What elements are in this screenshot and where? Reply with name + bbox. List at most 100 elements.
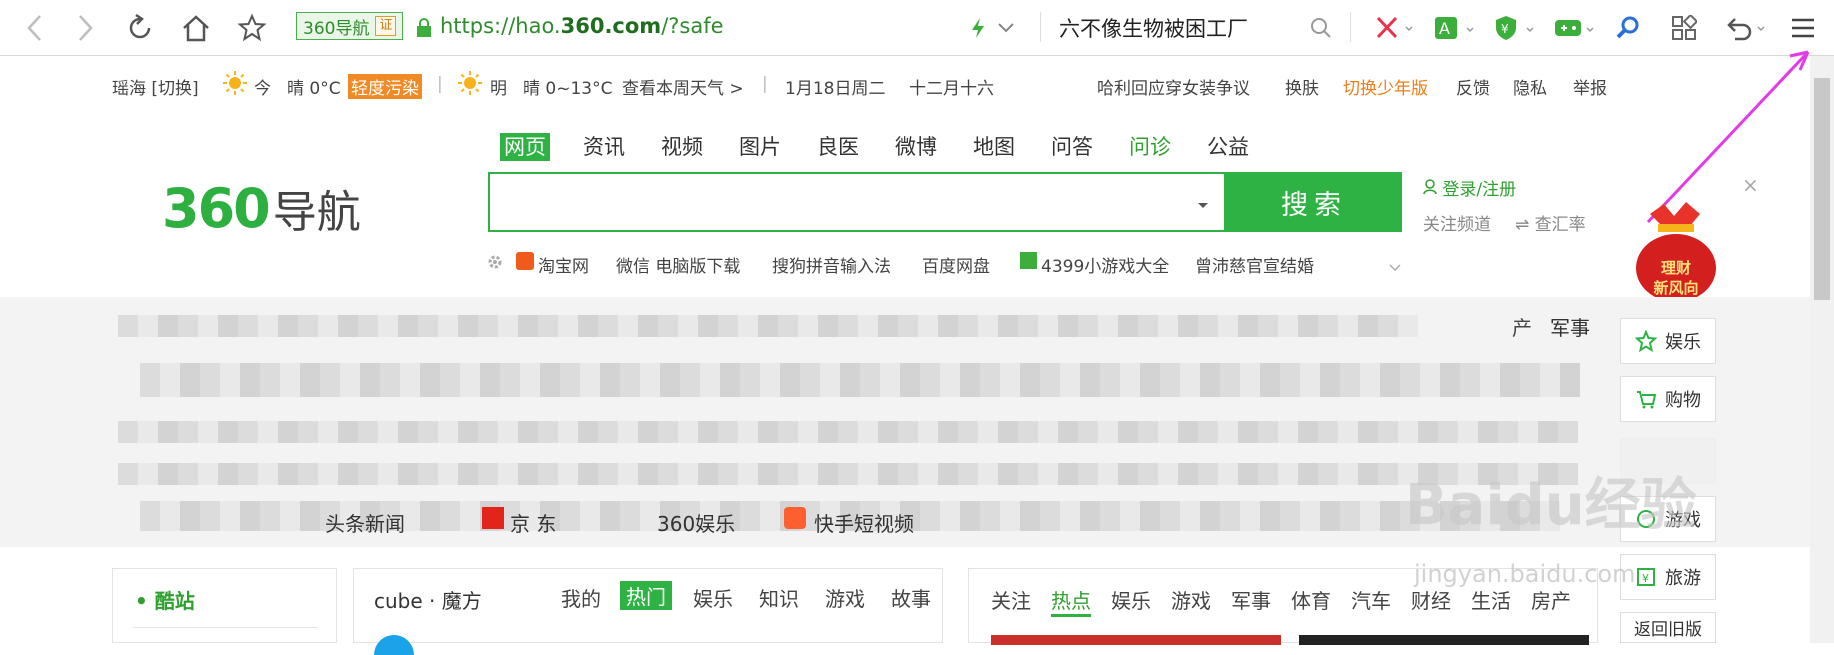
cool-site-title[interactable]: • 酷站 — [135, 585, 195, 614]
forward-icon[interactable] — [68, 0, 102, 55]
news-tab-hot[interactable]: 热点 — [1051, 585, 1091, 617]
week-weather-link[interactable]: 查看本周天气 > — [622, 74, 744, 99]
search-button[interactable]: 搜索 — [1226, 172, 1402, 232]
cube-panel-title: cube · 魔方 — [374, 589, 482, 613]
side-travel-label: 旅游 — [1665, 568, 1701, 589]
svg-text:¥: ¥ — [1501, 22, 1509, 36]
link-360yule[interactable]: 360娱乐 — [657, 508, 735, 537]
certificate-badge: 证 — [375, 16, 397, 36]
blurred-row — [140, 363, 1580, 397]
tab-video[interactable]: 视频 — [657, 133, 707, 161]
city-switch[interactable]: 瑶海 [切换] — [112, 74, 199, 99]
login-link[interactable]: 登录/注册 — [1423, 175, 1516, 200]
news-tab-auto[interactable]: 汽车 — [1351, 585, 1391, 614]
browser-toolbar: 360导航 证 https://hao.360.com/?safe 六不像生物被… — [0, 0, 1834, 56]
star-icon — [1635, 330, 1657, 352]
refresh-icon[interactable] — [122, 0, 158, 55]
news-tab-games[interactable]: 游戏 — [1171, 585, 1211, 614]
browser-search-input[interactable]: 六不像生物被困工厂 — [1059, 13, 1248, 43]
exchange-rate-link[interactable]: ⇌ 查汇率 — [1515, 210, 1586, 235]
tab-map[interactable]: 地图 — [969, 133, 1019, 161]
finance-ad[interactable]: 理财 新风向 — [1630, 200, 1722, 304]
exchange-icon: ⇌ — [1515, 215, 1535, 235]
side-entertainment[interactable]: 娱乐 — [1620, 318, 1716, 364]
side-old-version[interactable]: 返回旧版 — [1620, 612, 1716, 643]
quick-link-taobao[interactable]: 淘宝网 — [538, 252, 589, 277]
teen-mode-link[interactable]: 切换少年版 — [1343, 74, 1428, 99]
close-icon[interactable]: × — [1742, 173, 1759, 197]
lock-icon — [413, 0, 435, 55]
quick-link-news[interactable]: 曾沛慈官宣结婚 — [1195, 252, 1314, 277]
chevron-down-icon[interactable] — [1388, 258, 1402, 277]
scrollbar-thumb[interactable] — [1814, 78, 1830, 300]
site-logo[interactable]: 360 导航 — [162, 176, 361, 240]
lunar-date: 十二月十六 — [909, 79, 994, 99]
cart-icon — [1637, 391, 1657, 409]
cube-tab-knowledge[interactable]: 知识 — [759, 583, 799, 612]
cube-tab-entertainment[interactable]: 娱乐 — [693, 583, 733, 612]
nav-military[interactable]: 军事 — [1550, 312, 1590, 341]
scissors-icon[interactable] — [1372, 0, 1416, 55]
tab-webpage[interactable]: 网页 — [500, 133, 550, 161]
cube-tab-stories[interactable]: 故事 — [891, 583, 931, 612]
news-tab-life[interactable]: 生活 — [1471, 585, 1511, 614]
tab-doctor[interactable]: 良医 — [813, 133, 863, 161]
dropdown-caret-icon[interactable] — [1196, 196, 1210, 215]
avatar[interactable] — [374, 635, 414, 655]
url-prefix: https://hao. — [440, 14, 561, 38]
tab-news[interactable]: 资讯 — [579, 133, 629, 161]
side-shopping[interactable]: 购物 — [1620, 376, 1716, 422]
address-bar[interactable]: https://hao.360.com/?safe — [440, 14, 724, 38]
star-icon[interactable] — [234, 0, 270, 55]
follow-channel-link[interactable]: 关注频道 — [1423, 210, 1491, 235]
tomorrow-weather[interactable]: 晴 0~13°C — [523, 74, 612, 99]
back-icon[interactable] — [18, 0, 52, 55]
cool-site-label: 酷站 — [154, 589, 195, 613]
report-link[interactable]: 举报 — [1573, 74, 1607, 99]
tab-images[interactable]: 图片 — [735, 133, 785, 161]
info-bar: 瑶海 [切换] 今 晴 0°C 轻度污染 | 明 晴 0~13°C 查看本周天气… — [0, 60, 1834, 110]
news-tab-sports[interactable]: 体育 — [1291, 585, 1331, 614]
feedback-link[interactable]: 反馈 — [1456, 74, 1490, 99]
sun-icon — [222, 70, 248, 101]
cube-tab-hot[interactable]: 热门 — [620, 581, 672, 610]
blurred-row — [118, 421, 1578, 443]
quick-link-wechat[interactable]: 微信 电脑版下载 — [616, 252, 740, 277]
news-tab-entertainment[interactable]: 娱乐 — [1111, 585, 1151, 614]
skin-link[interactable]: 换肤 — [1285, 74, 1319, 99]
privacy-link[interactable]: 隐私 — [1513, 74, 1547, 99]
cube-tab-mine[interactable]: 我的 — [561, 583, 601, 612]
news-tab-property[interactable]: 房产 — [1531, 585, 1571, 614]
lightning-icon[interactable] — [966, 0, 990, 55]
news-image[interactable] — [1299, 635, 1589, 645]
nav-property[interactable]: 产 — [1512, 312, 1532, 341]
tab-charity[interactable]: 公益 — [1203, 133, 1253, 161]
site-badge[interactable]: 360导航 证 — [296, 12, 404, 40]
home-icon[interactable] — [178, 0, 214, 55]
link-toutiao[interactable]: 头条新闻 — [325, 508, 405, 537]
news-tab-military[interactable]: 军事 — [1231, 585, 1271, 614]
tab-consult[interactable]: 问诊 — [1125, 133, 1175, 161]
tab-qa[interactable]: 问答 — [1047, 133, 1097, 161]
link-jd[interactable]: 京 东 — [510, 508, 556, 537]
news-tab-follow[interactable]: 关注 — [991, 585, 1031, 614]
url-domain: 360.com — [560, 14, 662, 38]
shield-icon[interactable]: ¥ — [1490, 0, 1538, 55]
news-tab-finance[interactable]: 财经 — [1411, 585, 1451, 614]
cube-tab-games[interactable]: 游戏 — [825, 583, 865, 612]
link-kuaishou[interactable]: 快手短视频 — [814, 508, 914, 537]
news-link[interactable]: 哈利回应穿女装争议 — [1097, 74, 1250, 99]
quick-link-baidupan[interactable]: 百度网盘 — [922, 252, 990, 277]
chevron-down-icon[interactable] — [994, 0, 1018, 55]
quick-link-sogou[interactable]: 搜狗拼音输入法 — [772, 252, 891, 277]
quick-link-4399[interactable]: 4399小游戏大全 — [1041, 252, 1169, 277]
translate-icon[interactable]: A — [1430, 0, 1478, 55]
news-image[interactable] — [991, 635, 1281, 645]
search-icon[interactable] — [1305, 0, 1337, 55]
search-input[interactable] — [488, 172, 1226, 232]
gear-icon[interactable] — [486, 253, 504, 275]
separator: | — [437, 74, 443, 94]
tab-weibo[interactable]: 微博 — [891, 133, 941, 161]
today-weather[interactable]: 晴 0°C — [287, 74, 341, 99]
gamepad-icon[interactable] — [1550, 0, 1598, 55]
